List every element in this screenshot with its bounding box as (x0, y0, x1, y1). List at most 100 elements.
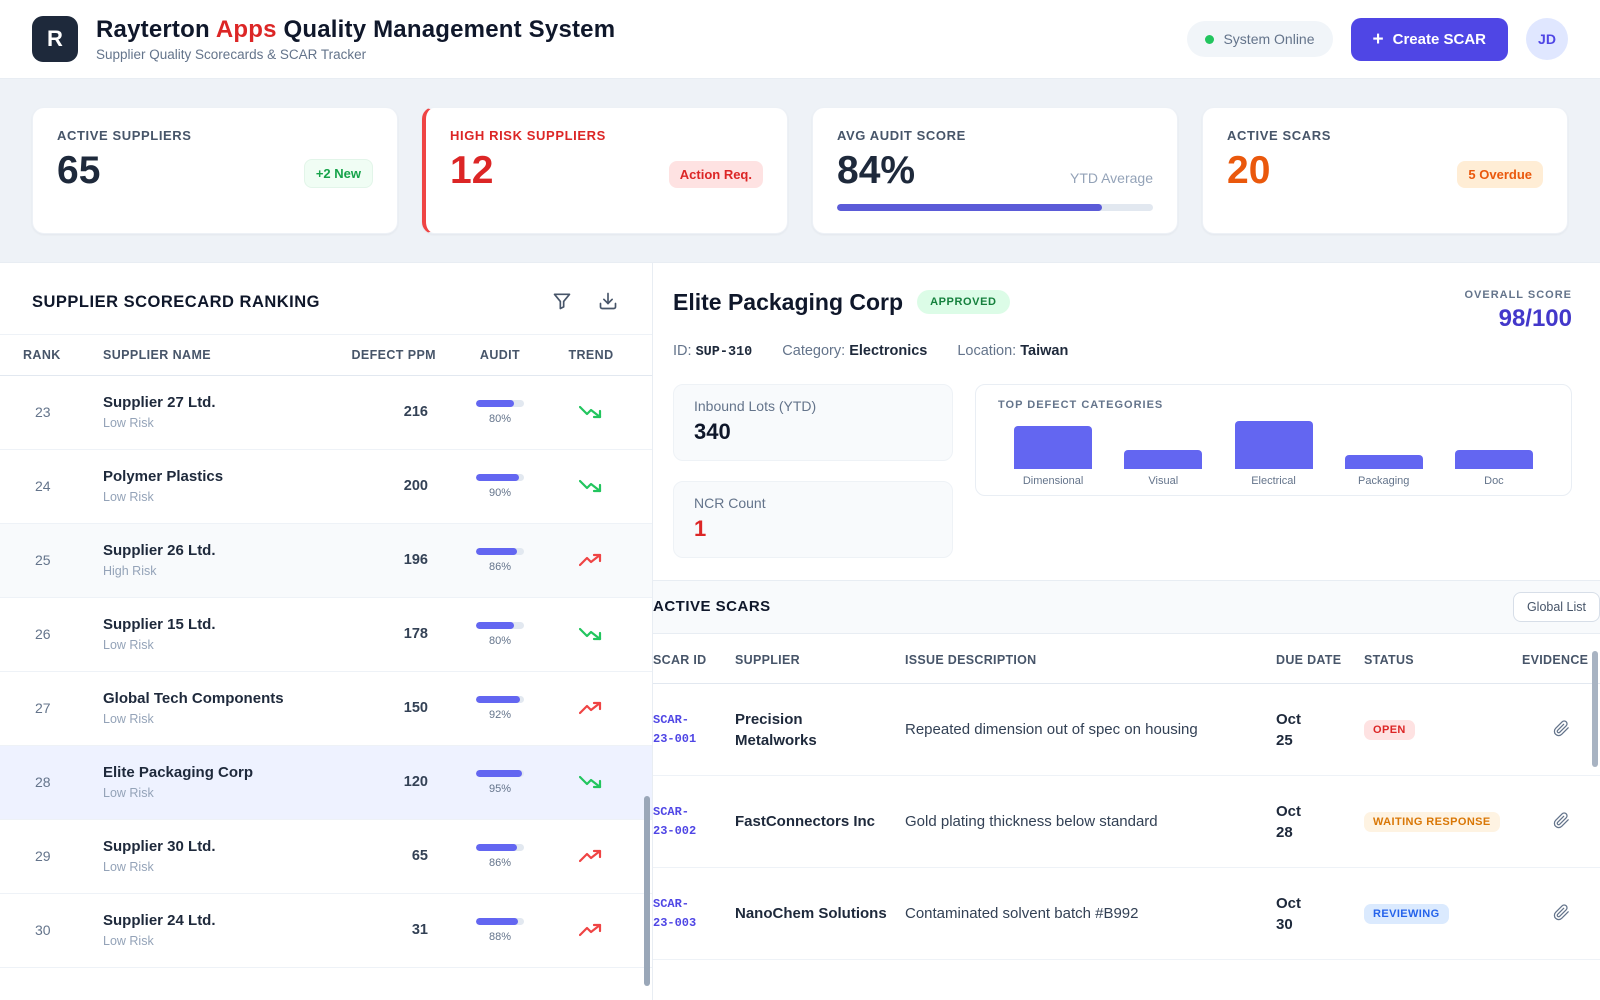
status-badge: WAITING RESPONSE (1364, 812, 1500, 832)
defect-ppm-value: 178 (347, 626, 452, 642)
scar-row[interactable]: SCAR-23-001 Precision Metalworks Repeate… (653, 684, 1600, 776)
paperclip-icon[interactable] (1549, 900, 1574, 928)
defect-ppm-value: 31 (347, 922, 452, 938)
audit-cell: 86% (452, 548, 548, 573)
trend-icon (579, 848, 603, 864)
col-issue-description: ISSUE DESCRIPTION (905, 652, 1258, 670)
stat-label: HIGH RISK SUPPLIERS (450, 128, 763, 143)
supplier-cell: Global Tech Components Low Risk (103, 690, 347, 726)
risk-level: Low Risk (103, 786, 347, 800)
table-row[interactable]: 24 Polymer Plastics Low Risk 200 90% (0, 450, 652, 524)
ncr-count-value: 1 (694, 516, 932, 542)
scar-status-cell: OPEN (1364, 717, 1504, 743)
table-row[interactable]: 23 Supplier 27 Ltd. Low Risk 216 80% (0, 376, 652, 450)
risk-level: Low Risk (103, 934, 347, 948)
ncr-count-label: NCR Count (694, 495, 932, 511)
supplier-name: Supplier 15 Ltd. (103, 616, 347, 633)
scar-due-cell: Oct 30 (1276, 893, 1346, 935)
global-list-button[interactable]: Global List (1513, 592, 1600, 622)
supplier-mini-stats: Inbound Lots (YTD) 340 NCR Count 1 (673, 384, 953, 558)
stat-avg-audit-score: AVG AUDIT SCORE 84% YTD Average (812, 107, 1178, 234)
supplier-cell: Supplier 15 Ltd. Low Risk (103, 616, 347, 652)
chart-bar-label: Packaging (1358, 475, 1409, 487)
table-row[interactable]: 27 Global Tech Components Low Risk 150 9… (0, 672, 652, 746)
title-part1: Rayterton (96, 16, 210, 43)
stat-value: 12 (450, 151, 493, 192)
stat-value: 84% (837, 151, 915, 192)
audit-bar-fill (476, 548, 517, 555)
defect-chart-bars: DimensionalVisualElectricalPackagingDoc (998, 421, 1549, 487)
rank-number: 25 (23, 552, 103, 568)
overall-score-label: OVERALL SCORE (1464, 289, 1572, 301)
audit-bar-track (476, 696, 524, 703)
app-logo: R (32, 16, 78, 62)
stat-badge: +2 New (304, 159, 373, 188)
col-scar-supplier: SUPPLIER (735, 652, 887, 670)
scar-issue-description: Repeated dimension out of spec on housin… (905, 719, 1258, 741)
supplier-ranking-panel: SUPPLIER SCORECARD RANKING RANK SUPPLIER… (0, 263, 653, 1000)
active-scars-header: ACTIVE SCARS Global List (653, 580, 1600, 634)
risk-level: Low Risk (103, 490, 347, 504)
audit-bar-track (476, 622, 524, 629)
ranking-title: SUPPLIER SCORECARD RANKING (32, 293, 320, 312)
right-panel-scrollbar[interactable] (1592, 651, 1598, 767)
paperclip-icon[interactable] (1549, 808, 1574, 836)
supplier-meta: ID: SUP-310 Category: Electronics Locati… (673, 343, 1572, 360)
supplier-name: Supplier 27 Ltd. (103, 394, 347, 411)
download-icon[interactable] (598, 291, 618, 314)
rank-number: 24 (23, 478, 103, 494)
filter-icon[interactable] (552, 291, 572, 314)
chart-bar (1014, 426, 1092, 469)
audit-cell: 90% (452, 474, 548, 499)
chart-bar-label: Visual (1148, 475, 1178, 487)
status-badge: OPEN (1364, 720, 1415, 740)
audit-cell: 80% (452, 400, 548, 425)
table-row[interactable]: 29 Supplier 30 Ltd. Low Risk 65 86% (0, 820, 652, 894)
scar-row[interactable]: SCAR-23-002 FastConnectors Inc Gold plat… (653, 776, 1600, 868)
supplier-detail-panel: Elite Packaging Corp APPROVED OVERALL SC… (653, 263, 1600, 1000)
audit-cell: 80% (452, 622, 548, 647)
active-scars-table: SCAR ID SUPPLIER ISSUE DESCRIPTION DUE D… (653, 634, 1600, 1000)
create-scar-label: Create SCAR (1393, 31, 1486, 48)
chart-bar (1235, 421, 1313, 469)
defect-ppm-value: 200 (347, 478, 452, 494)
page-subtitle: Supplier Quality Scorecards & SCAR Track… (96, 47, 615, 62)
stat-active-suppliers: ACTIVE SUPPLIERS 65 +2 New (32, 107, 398, 234)
rank-number: 29 (23, 848, 103, 864)
overall-score-block: OVERALL SCORE 98/100 (1464, 289, 1572, 333)
trend-icon (579, 552, 603, 568)
title-part2: Quality Management System (284, 16, 616, 43)
defect-ppm-value: 65 (347, 848, 452, 864)
chart-bar (1124, 450, 1202, 469)
audit-percent-label: 92% (489, 709, 511, 721)
left-panel-scrollbar[interactable] (644, 796, 650, 986)
ranking-table-header: RANK SUPPLIER NAME DEFECT PPM AUDIT TREN… (0, 334, 652, 376)
scar-row[interactable]: SCAR-23-003 NanoChem Solutions Contamina… (653, 868, 1600, 960)
scar-supplier: FastConnectors Inc (735, 811, 887, 832)
col-audit: AUDIT (452, 348, 548, 362)
table-row[interactable]: 25 Supplier 26 Ltd. High Risk 196 86% (0, 524, 652, 598)
supplier-category: Category: Electronics (782, 343, 927, 360)
table-row[interactable]: 30 Supplier 24 Ltd. Low Risk 31 88% (0, 894, 652, 968)
table-row[interactable]: 28 Elite Packaging Corp Low Risk 120 95% (0, 746, 652, 820)
supplier-cell: Polymer Plastics Low Risk (103, 468, 347, 504)
scar-due-cell: Oct 28 (1276, 801, 1346, 843)
defect-ppm-value: 150 (347, 700, 452, 716)
supplier-cell: Supplier 26 Ltd. High Risk (103, 542, 347, 578)
paperclip-icon[interactable] (1549, 716, 1574, 744)
supplier-location: Location: Taiwan (957, 343, 1068, 360)
audit-percent-label: 88% (489, 931, 511, 943)
stats-row: ACTIVE SUPPLIERS 65 +2 New HIGH RISK SUP… (32, 107, 1568, 234)
stat-active-scars: ACTIVE SCARS 20 5 Overdue (1202, 107, 1568, 234)
supplier-cell: Supplier 30 Ltd. Low Risk (103, 838, 347, 874)
defect-ppm-value: 120 (347, 774, 452, 790)
scar-id: SCAR-23-001 (653, 711, 701, 748)
create-scar-button[interactable]: + Create SCAR (1351, 18, 1508, 61)
avatar[interactable]: JD (1526, 18, 1568, 60)
table-row[interactable]: 26 Supplier 15 Ltd. Low Risk 178 80% (0, 598, 652, 672)
col-rank: RANK (23, 348, 103, 362)
scar-due-date: Oct 30 (1276, 893, 1310, 935)
stat-high-risk-suppliers: HIGH RISK SUPPLIERS 12 Action Req. (422, 107, 788, 234)
approved-badge: APPROVED (917, 290, 1010, 314)
audit-bar-fill (476, 474, 519, 481)
